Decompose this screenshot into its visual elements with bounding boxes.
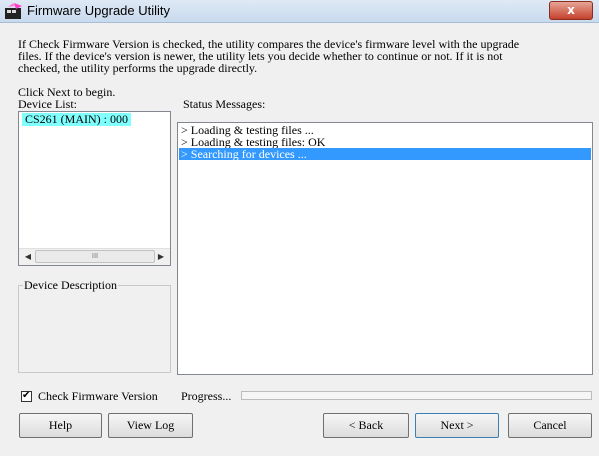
next-button[interactable]: Next > [415, 413, 499, 438]
progress-bar [241, 391, 592, 400]
check-firmware-label[interactable]: Check Firmware Version [38, 389, 158, 404]
device-description-group: Device Description [18, 278, 171, 373]
title-bar: Firmware Upgrade Utility x [0, 0, 599, 23]
check-firmware-checkbox[interactable]: ✔ [21, 390, 32, 402]
cancel-button[interactable]: Cancel [508, 413, 592, 438]
back-button[interactable]: < Back [323, 413, 409, 438]
status-messages-box[interactable]: > Loading & testing files ... > Loading … [177, 122, 593, 375]
device-list[interactable]: CS261 (MAIN) : 000 ◀ III ▶ [18, 111, 171, 266]
progress-label: Progress... [181, 389, 232, 403]
device-list-item[interactable]: CS261 (MAIN) : 000 [22, 113, 132, 126]
app-icon [5, 3, 22, 19]
device-description-label: Device Description [23, 278, 118, 293]
help-button[interactable]: Help [19, 413, 102, 438]
status-messages-label: Status Messages: [183, 97, 266, 111]
instructions-text: If Check Firmware Version is checked, th… [18, 37, 520, 75]
view-log-button[interactable]: View Log [108, 413, 193, 438]
scroll-thumb[interactable]: III [35, 250, 155, 263]
scroll-right-icon[interactable]: ▶ [154, 251, 168, 263]
horizontal-scrollbar[interactable]: ◀ III ▶ [19, 248, 170, 265]
window-title: Firmware Upgrade Utility [27, 3, 171, 18]
close-button[interactable]: x [549, 1, 593, 20]
device-list-label: Device List: [18, 97, 77, 111]
check-mark-icon: ✔ [22, 390, 31, 401]
scroll-left-icon[interactable]: ◀ [21, 251, 35, 263]
status-message-selected: > Searching for devices ... [179, 148, 591, 160]
